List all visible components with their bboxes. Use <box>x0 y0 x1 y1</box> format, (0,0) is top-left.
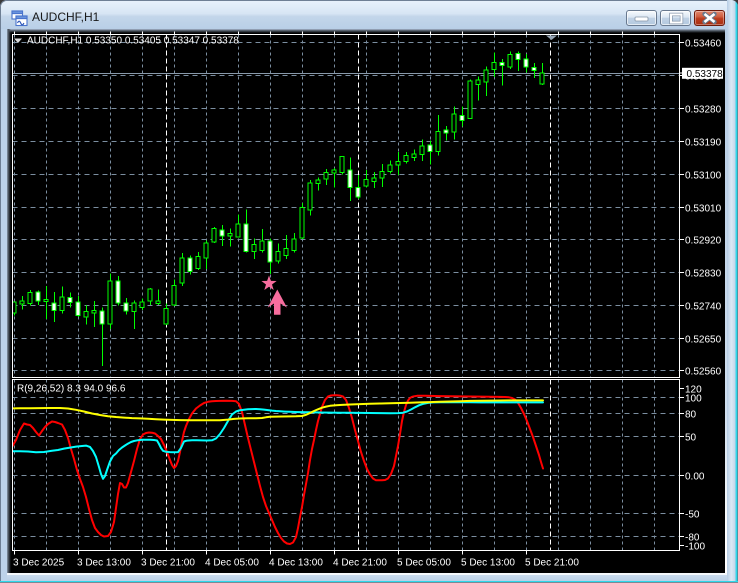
svg-text:0.53100: 0.53100 <box>685 171 722 182</box>
svg-text:0.52830: 0.52830 <box>685 269 722 280</box>
svg-text:-50: -50 <box>685 510 700 521</box>
svg-text:4 Dec 13:00: 4 Dec 13:00 <box>269 558 323 569</box>
svg-text:3 Dec 21:00: 3 Dec 21:00 <box>141 558 195 569</box>
svg-text:5 Dec 05:00: 5 Dec 05:00 <box>397 558 451 569</box>
svg-text:0.53460: 0.53460 <box>685 39 722 50</box>
svg-text:4 Dec 21:00: 4 Dec 21:00 <box>333 558 387 569</box>
svg-text:R(9,26,52) 8.3 94.0 96.6: R(9,26,52) 8.3 94.0 96.6 <box>17 384 126 395</box>
svg-text:0.53378: 0.53378 <box>687 69 724 80</box>
svg-text:AUDCHF,H1 0.53350 0.53405 0.53: AUDCHF,H1 0.53350 0.53405 0.53347 0.5337… <box>27 36 239 47</box>
svg-text:0.52560: 0.52560 <box>685 367 722 378</box>
svg-text:80: 80 <box>685 410 697 421</box>
svg-text:5 Dec 21:00: 5 Dec 21:00 <box>525 558 579 569</box>
svg-text:100: 100 <box>685 394 702 405</box>
svg-text:0.00: 0.00 <box>685 472 705 483</box>
svg-text:0.53280: 0.53280 <box>685 105 722 116</box>
svg-text:0.53190: 0.53190 <box>685 138 722 149</box>
svg-text:3 Dec 13:00: 3 Dec 13:00 <box>77 558 131 569</box>
svg-text:0.53010: 0.53010 <box>685 204 722 215</box>
svg-text:0.52920: 0.52920 <box>685 236 722 247</box>
svg-text:5 Dec 13:00: 5 Dec 13:00 <box>461 558 515 569</box>
svg-text:0.52650: 0.52650 <box>685 335 722 346</box>
svg-text:4 Dec 05:00: 4 Dec 05:00 <box>205 558 259 569</box>
svg-text:0.52740: 0.52740 <box>685 302 722 313</box>
svg-text:3 Dec 2025: 3 Dec 2025 <box>13 558 65 569</box>
svg-text:50: 50 <box>685 433 697 444</box>
svg-text:-100: -100 <box>685 542 705 553</box>
